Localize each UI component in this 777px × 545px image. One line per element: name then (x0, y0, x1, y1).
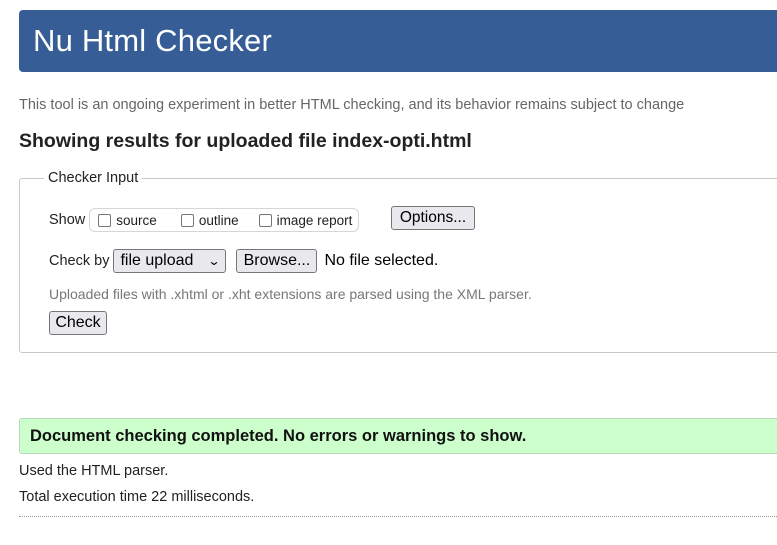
chevron-down-icon: ⌄ (207, 254, 221, 268)
outline-checkbox-label: outline (198, 212, 239, 228)
check-by-row: Check by file upload ⌄ Browse... No file… (49, 248, 438, 274)
check-button[interactable]: Check (49, 311, 107, 335)
execution-time: Total execution time 22 milliseconds. (19, 489, 255, 505)
file-status: No file selected. (324, 252, 439, 269)
show-options-row: Show source outline image report (49, 207, 360, 233)
options-button[interactable]: Options... (391, 206, 475, 230)
app-title: Nu Html Checker (33, 23, 272, 58)
parser-note: Used the HTML parser. (19, 463, 169, 479)
show-outline-option[interactable]: outline (180, 212, 239, 228)
image-report-checkbox[interactable] (258, 213, 272, 227)
xml-parser-hint: Uploaded files with .xhtml or .xht exten… (49, 286, 532, 302)
page-header: Nu Html Checker (19, 10, 777, 72)
checker-input-legend: Checker Input (48, 170, 139, 186)
show-source-option[interactable]: source (98, 213, 157, 228)
check-by-selected-value: file upload (120, 252, 194, 269)
show-image-report-option[interactable]: image report (258, 212, 353, 228)
source-checkbox[interactable] (98, 213, 112, 227)
results-heading: Showing results for uploaded file index-… (19, 130, 472, 152)
image-report-checkbox-label: image report (276, 212, 353, 228)
source-checkbox-label: source (116, 212, 157, 228)
show-options-group: source outline image report (89, 208, 360, 232)
check-by-label: Check by (49, 253, 110, 269)
intro-text: This tool is an ongoing experiment in be… (19, 97, 685, 113)
success-message: Document checking completed. No errors o… (19, 418, 777, 454)
show-label: Show (49, 212, 86, 228)
check-by-select[interactable]: file upload ⌄ (113, 249, 227, 273)
outline-checkbox[interactable] (180, 213, 194, 227)
browse-button[interactable]: Browse... (236, 249, 318, 273)
divider (19, 516, 777, 517)
